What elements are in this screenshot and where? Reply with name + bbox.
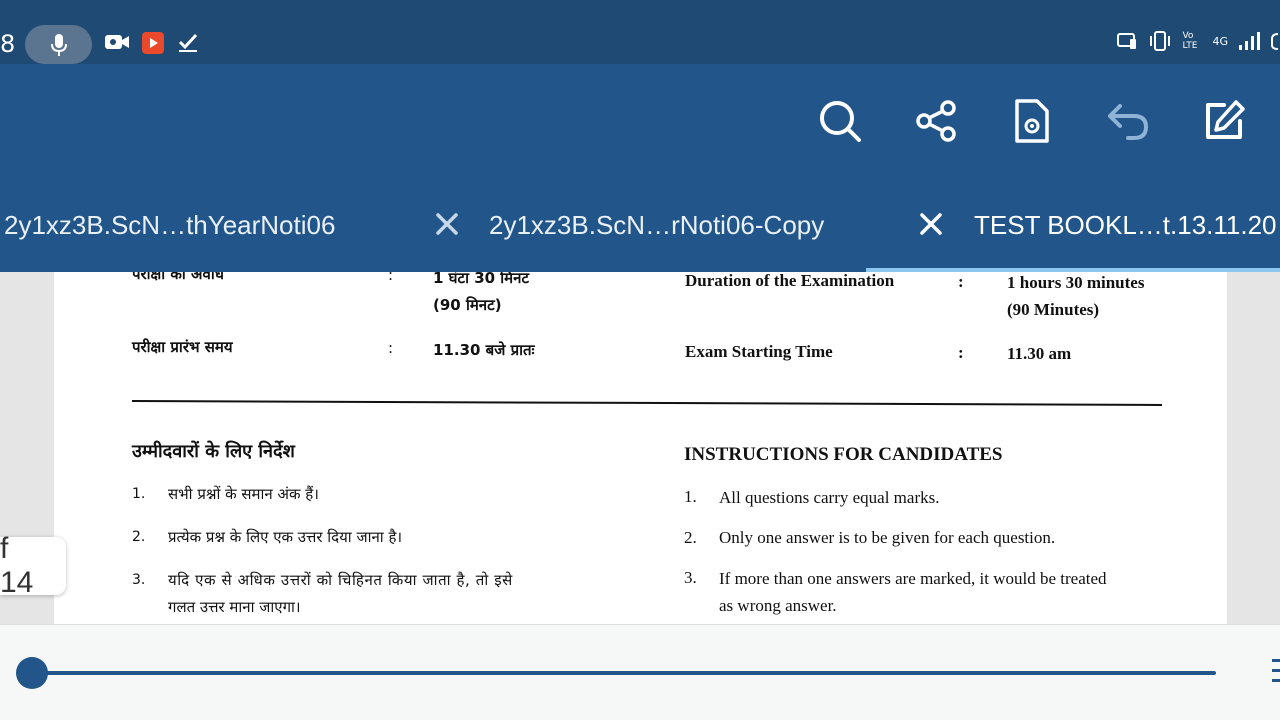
english-item-text: All questions carry equal marks. <box>719 488 940 507</box>
battery-icon <box>1271 33 1279 50</box>
document-viewer[interactable]: परीक्षा की अवधि : 1 घंटा 30 मिनट (90 मिन… <box>0 272 1280 624</box>
tab-label: 2y1xz3B.ScN…thYearNoti06 <box>4 209 336 240</box>
status-bar: 8 Vo LTE 4G <box>0 0 1280 64</box>
pdf-page: परीक्षा की अवधि : 1 घंटा 30 मिनट (90 मिन… <box>54 272 1227 624</box>
english-colon: : <box>958 272 964 291</box>
hindi-start-label: परीक्षा प्रारंभ समय <box>132 338 233 356</box>
close-icon <box>920 213 942 235</box>
document-settings-icon <box>1015 99 1049 143</box>
document-settings-button[interactable] <box>1007 96 1057 146</box>
undo-icon <box>1108 104 1149 140</box>
hindi-start-value: 11.30 बजे प्रातः <box>433 341 535 359</box>
tab-document-3-active[interactable]: TEST BOOKL…t.13.11.20 <box>974 178 1277 272</box>
tab-close-button[interactable] <box>431 208 463 240</box>
hindi-item-text: यदि एक से अधिक उत्तरों को चिहिनत किया जा… <box>168 571 513 589</box>
status-time: 8 <box>0 30 16 58</box>
english-item-number: 1. <box>684 487 697 506</box>
page-scrubber-bar <box>0 624 1280 720</box>
tab-document-1[interactable]: 2y1xz3B.ScN…thYearNoti06 <box>4 178 335 272</box>
search-button[interactable] <box>815 96 865 146</box>
network-label: 4G <box>1212 34 1228 48</box>
hindi-item-text: सभी प्रश्नों के समान अंक हैं। <box>168 485 319 503</box>
scrubber-thumb[interactable] <box>16 657 48 689</box>
page-counter[interactable]: f 14 <box>0 532 66 599</box>
hindi-item-text: प्रत्येक प्रश्न के लिए एक उत्तर दिया जान… <box>168 528 403 546</box>
tab-document-2[interactable]: 2y1xz3B.ScN…rNoti06-Copy <box>489 178 824 272</box>
english-item-text: If more than one answers are marked, it … <box>719 569 1107 588</box>
scrubber-track[interactable] <box>32 671 1216 675</box>
hindi-item-number: 2. <box>132 529 146 545</box>
hindi-colon: : <box>388 272 394 284</box>
youtube-icon <box>141 31 165 59</box>
tab-label: TEST BOOKL…t.13.11.20 <box>974 209 1277 240</box>
video-camera-icon <box>104 31 130 57</box>
cast-icon <box>1117 33 1137 49</box>
english-item-number: 2. <box>684 528 697 547</box>
english-instructions-heading: INSTRUCTIONS FOR CANDIDATES <box>684 444 1003 465</box>
hindi-duration-value: 1 घंटा 30 मिनट <box>433 272 530 287</box>
page-counter-label: f 14 <box>0 532 34 599</box>
english-item-text: Only one answer is to be given for each … <box>719 528 1056 547</box>
english-duration-label: Duration of the Examination <box>685 272 895 290</box>
share-button[interactable] <box>911 96 961 146</box>
divider-line <box>131 400 1162 406</box>
menu-handle-icon[interactable] <box>1272 659 1280 689</box>
hindi-duration-value-2: (90 मिनट) <box>433 296 502 314</box>
mic-icon <box>50 33 67 56</box>
english-start-label: Exam Starting Time <box>685 342 833 361</box>
hindi-duration-label: परीक्षा की अवधि <box>132 272 224 283</box>
signal-icon <box>1239 32 1260 50</box>
volte-label: Vo LTE <box>1182 31 1198 51</box>
tab-label: 2y1xz3B.ScN…rNoti06-Copy <box>489 209 825 240</box>
hindi-item-number: 3. <box>132 572 146 588</box>
hindi-item-text-continued: गलत उत्तर माना जाएगा। <box>168 598 301 616</box>
search-icon <box>820 101 861 142</box>
edit-button[interactable] <box>1199 96 1249 146</box>
hindi-instructions-heading: उम्मीदवारों के लिए निर्देश <box>132 441 295 462</box>
share-icon <box>916 100 956 142</box>
english-colon: : <box>958 343 964 362</box>
tab-bar: 2y1xz3B.ScN…thYearNoti06 2y1xz3B.ScN…rNo… <box>0 178 1280 272</box>
english-duration-value-2: (90 Minutes) <box>1007 300 1100 319</box>
english-start-value: 11.30 am <box>1007 344 1072 363</box>
status-right-cluster: Vo LTE 4G <box>1116 31 1280 51</box>
english-item-text-continued: as wrong answer. <box>719 596 837 615</box>
tab-close-button[interactable] <box>915 208 947 240</box>
undo-button[interactable] <box>1103 96 1153 146</box>
toolbar <box>0 64 1280 178</box>
english-duration-value: 1 hours 30 minutes <box>1007 273 1145 292</box>
vibrate-icon <box>1150 31 1171 51</box>
hindi-item-number: 1. <box>132 486 146 502</box>
edit-icon <box>1206 100 1245 139</box>
hindi-colon: : <box>388 339 394 357</box>
check-icon <box>178 31 198 57</box>
english-item-number: 3. <box>684 568 697 587</box>
close-icon <box>436 213 458 235</box>
mic-indicator[interactable] <box>25 25 92 64</box>
